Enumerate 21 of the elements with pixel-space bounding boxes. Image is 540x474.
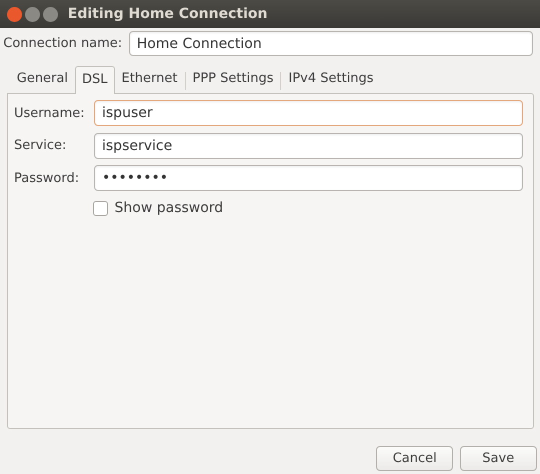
connection-name-field[interactable]: Home Connection (128, 31, 533, 56)
dialog-button[interactable]: Save (460, 446, 537, 471)
field-label: Password: (14, 170, 80, 188)
input-field[interactable]: •••••••• (94, 165, 523, 192)
tab[interactable]: General (10, 65, 75, 93)
input-field[interactable]: ispuser (94, 100, 523, 126)
tab[interactable]: IPv4 Settings (281, 65, 381, 93)
tab[interactable]: Ethernet (114, 65, 184, 93)
minimize-icon[interactable] (24, 6, 40, 22)
tab[interactable]: PPP Settings (186, 65, 280, 93)
field-label: Username: (14, 104, 86, 122)
checkbox[interactable] (93, 200, 108, 216)
tab[interactable]: DSL (74, 66, 114, 94)
connection-name-label: Connection name: (3, 35, 122, 53)
window-title: Editing Home Connection (68, 4, 268, 24)
input-field[interactable]: ispservice (94, 132, 523, 159)
field-label: Service: (14, 137, 68, 155)
show-password-label[interactable]: Show password (114, 198, 224, 219)
maximize-icon[interactable] (43, 6, 58, 22)
close-icon[interactable] (6, 6, 22, 22)
dialog-button[interactable]: Cancel (376, 446, 454, 471)
